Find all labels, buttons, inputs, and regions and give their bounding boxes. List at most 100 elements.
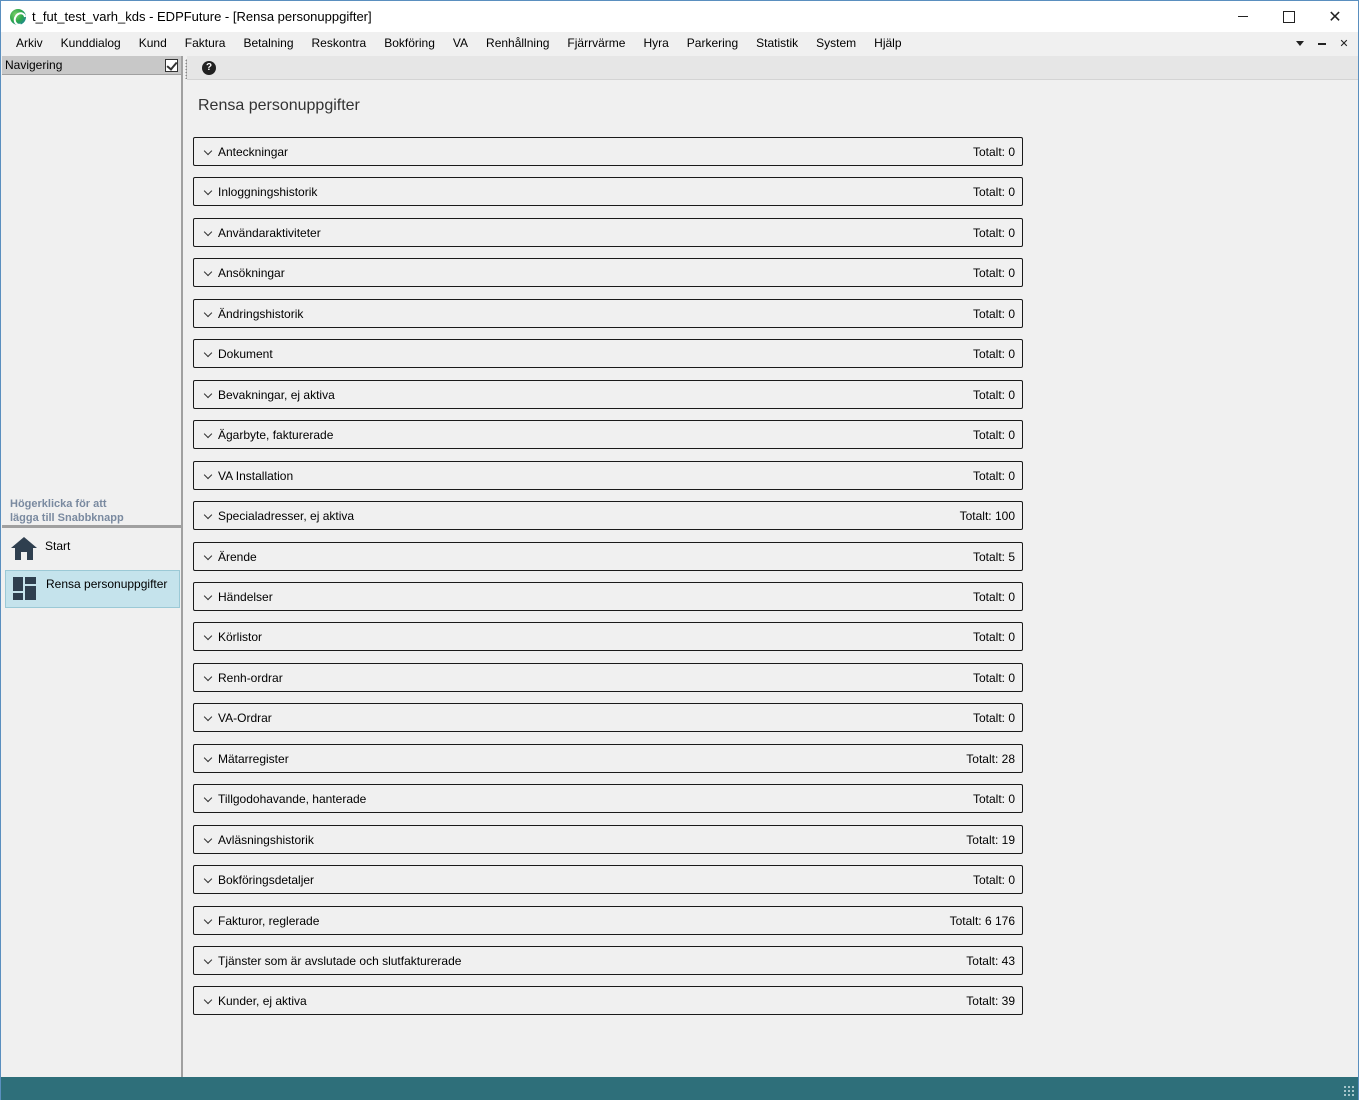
menu-system[interactable]: System — [807, 32, 865, 55]
chevron-down-icon[interactable] — [194, 178, 218, 205]
section-row[interactable]: Ansökningar Totalt: 0 — [193, 258, 1023, 287]
section-label: Bokföringsdetaljer — [218, 872, 315, 887]
section-row[interactable]: Renh-ordrar Totalt: 0 — [193, 663, 1023, 692]
chevron-down-icon[interactable] — [1292, 36, 1308, 52]
chevron-down-icon[interactable] — [194, 340, 218, 367]
section-row[interactable]: Kunder, ej aktiva Totalt: 39 — [193, 986, 1023, 1015]
section-row[interactable]: Ägarbyte, fakturerade Totalt: 0 — [193, 420, 1023, 449]
menu-reskontra[interactable]: Reskontra — [303, 32, 376, 55]
chevron-down-icon[interactable] — [194, 907, 218, 934]
section-row[interactable]: Användaraktiviteter Totalt: 0 — [193, 218, 1023, 247]
section-total: Totalt: 5 — [972, 549, 1015, 564]
section-row[interactable]: Bevakningar, ej aktiva Totalt: 0 — [193, 380, 1023, 409]
section-total: Totalt: 0 — [972, 427, 1015, 442]
section-row[interactable]: Händelser Totalt: 0 — [193, 582, 1023, 611]
section-label: Anteckningar — [218, 144, 289, 159]
menu-arkiv[interactable]: Arkiv — [1, 32, 52, 55]
menu-kunddialog[interactable]: Kunddialog — [52, 32, 130, 55]
mdi-minimize-button[interactable] — [1314, 36, 1330, 52]
menu-renhallning[interactable]: Renhållning — [477, 32, 558, 55]
shortcut-hint: Högerklicka för att lägga till Snabbknap… — [10, 497, 124, 525]
section-row[interactable]: Ärende Totalt: 5 — [193, 542, 1023, 571]
section-row[interactable]: Dokument Totalt: 0 — [193, 339, 1023, 368]
menu-bokforing[interactable]: Bokföring — [375, 32, 444, 55]
chevron-down-icon[interactable] — [194, 219, 218, 246]
section-label: Avläsningshistorik — [218, 832, 314, 847]
section-row[interactable]: Bokföringsdetaljer Totalt: 0 — [193, 865, 1023, 894]
chevron-down-icon[interactable] — [194, 866, 218, 893]
menu-betalning[interactable]: Betalning — [234, 32, 302, 55]
menu-fjarrvarme[interactable]: Fjärrvärme — [558, 32, 634, 55]
content-toolbar: ? — [187, 56, 1358, 80]
section-label: VA-Ordrar — [218, 710, 272, 725]
section-row[interactable]: Tjänster som är avslutade och slutfaktur… — [193, 946, 1023, 975]
menu-kund[interactable]: Kund — [130, 32, 176, 55]
minimize-button[interactable] — [1220, 1, 1266, 32]
section-total: Totalt: 0 — [972, 225, 1015, 240]
chevron-down-icon[interactable] — [194, 381, 218, 408]
section-total: Totalt: 0 — [972, 670, 1015, 685]
app-logo-icon — [10, 8, 26, 25]
navigation-pin-checkbox[interactable] — [165, 58, 178, 72]
panel-splitter[interactable] — [2, 525, 183, 528]
maximize-button[interactable] — [1266, 1, 1312, 32]
chevron-down-icon[interactable] — [194, 300, 218, 327]
menu-parkering[interactable]: Parkering — [678, 32, 747, 55]
section-total: Totalt: 0 — [972, 872, 1015, 887]
section-row[interactable]: VA-Ordrar Totalt: 0 — [193, 703, 1023, 732]
chevron-down-icon[interactable] — [194, 502, 218, 529]
section-row[interactable]: Specialadresser, ej aktiva Totalt: 100 — [193, 501, 1023, 530]
mdi-controls: ✕ — [1292, 32, 1352, 55]
chevron-down-icon[interactable] — [194, 259, 218, 286]
menu-statistik[interactable]: Statistik — [747, 32, 807, 55]
shortcut-rensa-personuppgifter[interactable]: Rensa personuppgifter — [5, 570, 180, 608]
menu-faktura[interactable]: Faktura — [176, 32, 235, 55]
section-label: Tjänster som är avslutade och slutfaktur… — [218, 953, 462, 968]
chevron-down-icon[interactable] — [194, 583, 218, 610]
section-row[interactable]: Tillgodohavande, hanterade Totalt: 0 — [193, 784, 1023, 813]
chevron-down-icon[interactable] — [194, 664, 218, 691]
section-label: Ägarbyte, fakturerade — [218, 427, 334, 442]
help-icon[interactable]: ? — [202, 61, 216, 75]
section-label: VA Installation — [218, 468, 294, 483]
section-label: Fakturor, reglerade — [218, 913, 320, 928]
section-row[interactable]: Körlistor Totalt: 0 — [193, 622, 1023, 651]
section-row[interactable]: Ändringshistorik Totalt: 0 — [193, 299, 1023, 328]
mdi-close-button[interactable]: ✕ — [1336, 36, 1352, 52]
section-label: Tillgodohavande, hanterade — [218, 791, 367, 806]
app-window: t_fut_test_varh_kds - EDPFuture - [Rensa… — [0, 0, 1359, 1100]
menu-hjalp[interactable]: Hjälp — [865, 32, 910, 55]
chevron-down-icon[interactable] — [194, 421, 218, 448]
chevron-down-icon[interactable] — [194, 543, 218, 570]
section-row[interactable]: Anteckningar Totalt: 0 — [193, 137, 1023, 166]
chevron-down-icon[interactable] — [194, 826, 218, 853]
section-label: Mätarregister — [218, 751, 289, 766]
shortcut-hint-line2: lägga till Snabbknapp — [10, 512, 124, 524]
section-row[interactable]: Fakturor, reglerade Totalt: 6 176 — [193, 906, 1023, 935]
page-title: Rensa personuppgifter — [198, 97, 360, 114]
chevron-down-icon[interactable] — [194, 785, 218, 812]
section-total: Totalt: 28 — [966, 751, 1015, 766]
shortcut-start[interactable]: Start — [5, 533, 180, 571]
section-total: Totalt: 6 176 — [949, 913, 1015, 928]
menu-va[interactable]: VA — [444, 32, 477, 55]
section-total: Totalt: 0 — [972, 265, 1015, 280]
section-row[interactable]: VA Installation Totalt: 0 — [193, 461, 1023, 490]
section-label: Användaraktiviteter — [218, 225, 321, 240]
section-row[interactable]: Avläsningshistorik Totalt: 19 — [193, 825, 1023, 854]
close-button[interactable]: ✕ — [1312, 1, 1358, 32]
resize-grip-icon[interactable] — [1343, 1085, 1355, 1097]
section-total: Totalt: 100 — [959, 508, 1015, 523]
section-row[interactable]: Mätarregister Totalt: 28 — [193, 744, 1023, 773]
section-row[interactable]: Inloggningshistorik Totalt: 0 — [193, 177, 1023, 206]
navigation-header: Navigering — [2, 56, 181, 75]
menu-hyra[interactable]: Hyra — [634, 32, 677, 55]
chevron-down-icon[interactable] — [194, 462, 218, 489]
chevron-down-icon[interactable] — [194, 704, 218, 731]
chevron-down-icon[interactable] — [194, 947, 218, 974]
chevron-down-icon[interactable] — [194, 623, 218, 650]
chevron-down-icon[interactable] — [194, 745, 218, 772]
main-content: Rensa personuppgifter Anteckningar Totalt… — [187, 81, 1358, 1077]
chevron-down-icon[interactable] — [194, 138, 218, 165]
chevron-down-icon[interactable] — [194, 987, 218, 1014]
